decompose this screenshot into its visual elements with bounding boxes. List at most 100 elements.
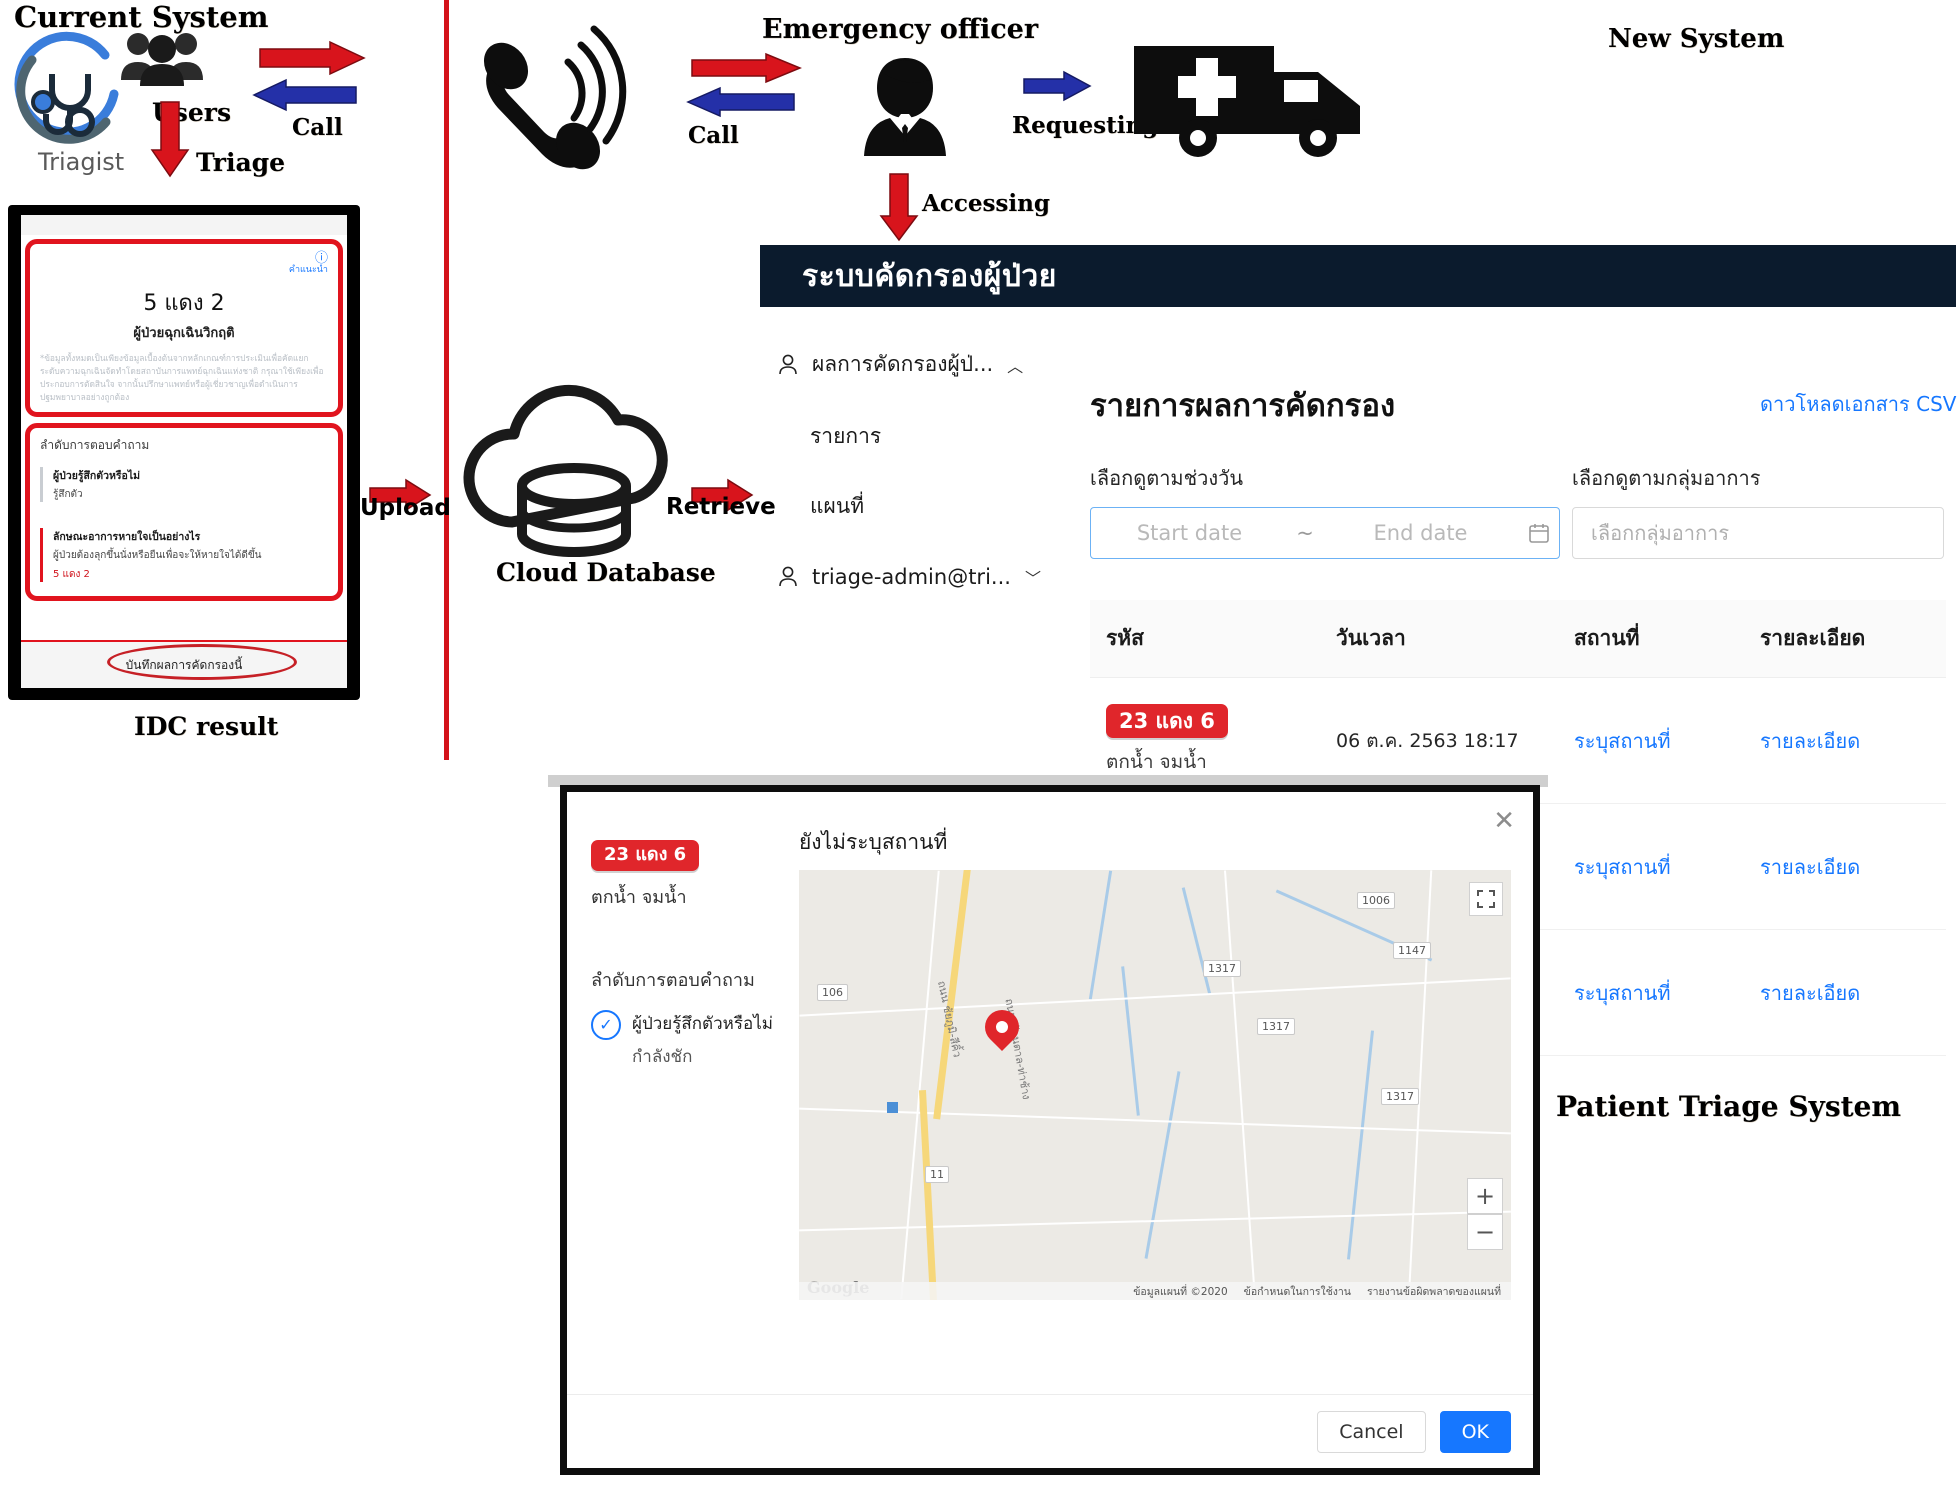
person-in-suit-icon <box>850 50 960 160</box>
triage-result-subtitle: ผู้ป่วยฉุกเฉินวิกฤติ <box>133 326 235 342</box>
answer-code: 5 แดง 2 <box>53 569 90 581</box>
detail-link[interactable]: รายละเอียด <box>1760 855 1860 879</box>
modal-footer: Cancel OK <box>567 1394 1533 1468</box>
column-header-detail: รายละเอียด <box>1760 626 1866 650</box>
info-icon[interactable]: ⓘ <box>40 252 328 266</box>
ok-button[interactable]: OK <box>1439 1410 1511 1453</box>
arrow-red-down-accessing <box>878 172 920 246</box>
zoom-in-button[interactable]: + <box>1467 1178 1503 1214</box>
calendar-icon[interactable] <box>1519 522 1559 544</box>
ringing-phone-icon <box>460 22 670 187</box>
chevron-up-icon[interactable]: ︿ <box>1007 353 1023 377</box>
person-icon <box>778 566 798 588</box>
sidebar-item-label: แผนที่ <box>810 494 865 518</box>
modal-answer-value: กำลังชัก <box>632 1046 693 1067</box>
answer-question: ลักษณะอาการหายใจเป็นอย่างไร <box>53 531 201 544</box>
sidebar-item-screening-results[interactable]: ผลการคัดกรองผู้ป่... ︿ <box>778 348 1023 381</box>
page-title-new-system: New System <box>1608 24 1785 54</box>
cell-datetime: 06 ต.ค. 2563 18:17 <box>1336 729 1519 752</box>
triage-label: Triage <box>196 148 286 177</box>
cell-symptom: ตกน้ำ จมน้ำ <box>1106 751 1207 774</box>
answer-item: ลักษณะอาการหายใจเป็นอย่างไร ผู้ป่วยต้องล… <box>40 528 328 583</box>
answer-value: รู้สึกตัว <box>53 489 83 501</box>
modal-status-badge: 23 แดง 6 <box>591 840 700 871</box>
download-csv-link[interactable]: ดาวโหลดเอกสาร CSV <box>1760 388 1956 420</box>
sidebar-item-list[interactable]: รายการ <box>810 420 881 453</box>
arrow-blue-left-call <box>686 86 796 122</box>
accessing-label: Accessing <box>922 190 1050 217</box>
retrieve-label: Retrieve <box>666 494 776 520</box>
map-view[interactable]: ถนน ชัยภูมิ-สีคิ้ว ถนน บ้านตาล-ท่าช้าง 1… <box>799 870 1511 1300</box>
zoom-out-button[interactable]: − <box>1467 1214 1503 1250</box>
idc-result-caption: IDC result <box>134 712 279 741</box>
column-header-place: สถานที่ <box>1574 626 1640 650</box>
set-place-link[interactable]: ระบุสถานที่ <box>1574 981 1671 1005</box>
sidebar-item-label: ผลการคัดกรองผู้ป่... <box>812 352 994 376</box>
date-range-input[interactable]: Start date ~ End date <box>1090 507 1560 559</box>
sidebar-item-map[interactable]: แผนที่ <box>810 490 864 523</box>
detail-link[interactable]: รายละเอียด <box>1760 729 1860 753</box>
road-shield: 106 <box>817 984 848 1001</box>
fullscreen-icon[interactable] <box>1469 882 1503 916</box>
poi-marker <box>887 1102 898 1113</box>
modal-answer-item: ✓ ผู้ป่วยรู้สึกตัวหรือไม่ กำลังชัก <box>591 1009 786 1070</box>
road-shield: 1317 <box>1381 1088 1419 1105</box>
road-shield: 1147 <box>1393 942 1431 959</box>
answer-value: ผู้ป่วยต้องลุกขึ้นนั่งหรือยืนเพื่อจะให้ห… <box>53 550 262 562</box>
road-shield: 11 <box>925 1166 949 1183</box>
cloud-database-label: Cloud Database <box>496 558 716 587</box>
column-header-datetime: วันเวลา <box>1336 626 1406 650</box>
start-date-input[interactable]: Start date <box>1091 521 1288 545</box>
section-divider <box>444 0 449 760</box>
chevron-down-icon[interactable]: ﹀ <box>1025 565 1041 589</box>
street-label: ถนน ชัยภูมิ-สีคิ้ว <box>934 979 964 1059</box>
arrow-red-down-triage <box>148 100 192 182</box>
panel-title: รายการผลการคัดกรอง <box>1090 388 1396 424</box>
cancel-button[interactable]: Cancel <box>1317 1410 1426 1453</box>
set-place-link[interactable]: ระบุสถานที่ <box>1574 855 1671 879</box>
answer-item: ผู้ป่วยรู้สึกตัวหรือไม่ รู้สึกตัว <box>40 467 328 503</box>
road-shield: 1317 <box>1203 960 1241 977</box>
modal-badge-subtitle: ตกน้ำ จมน้ำ <box>591 886 687 908</box>
table-header-row: รหัส วันเวลา สถานที่ รายละเอียด <box>1090 600 1946 678</box>
symptom-group-select[interactable]: เลือกกลุ่มอาการ <box>1572 507 1944 559</box>
road-shield: 1006 <box>1357 892 1395 909</box>
highlight-ellipse <box>107 644 297 680</box>
phone-mockup: ⓘ คำแนะนำ 5 แดง 2 ผู้ป่วยฉุกเฉินวิกฤติ *… <box>8 205 360 700</box>
stethoscope-icon <box>10 30 130 160</box>
ambulance-icon <box>1128 28 1376 158</box>
phone-bottom-bar: บันทึกผลการคัดกรองนี้ <box>21 640 347 688</box>
symptom-group-placeholder: เลือกกลุ่มอาการ <box>1591 521 1730 545</box>
answer-question: ผู้ป่วยรู้สึกตัวหรือไม่ <box>53 470 141 483</box>
call-label-right: Call <box>688 122 739 149</box>
app-title: ระบบคัดกรองผู้ป่วย <box>802 258 1057 294</box>
phone-screen: ⓘ คำแนะนำ 5 แดง 2 ผู้ป่วยฉุกเฉินวิกฤติ *… <box>21 215 347 688</box>
phone-status-bar <box>21 215 347 235</box>
call-label-left: Call <box>292 114 343 141</box>
info-icon-label: คำแนะนำ <box>288 264 328 275</box>
person-icon <box>778 354 798 376</box>
sidebar-item-label: triage-admin@tri... <box>812 565 1011 589</box>
symptom-group-label: เลือกดูตามกลุ่มอาการ <box>1572 466 1761 490</box>
map-attr-copyright: ข้อมูลแผนที่ ©2020 <box>1133 1285 1228 1298</box>
detail-link[interactable]: รายละเอียด <box>1760 981 1860 1005</box>
end-date-input[interactable]: End date <box>1322 521 1519 545</box>
cloud-database-icon <box>450 382 700 562</box>
page-title-patient-triage-system: Patient Triage System <box>1556 1090 1901 1123</box>
road-shield: 1317 <box>1257 1018 1295 1035</box>
modal-answers-heading: ลำดับการตอบคำถาม <box>591 969 755 991</box>
map-attr-terms[interactable]: ข้อกำหนดในการใช้งาน <box>1244 1283 1351 1300</box>
set-place-link[interactable]: ระบุสถานที่ <box>1574 729 1671 753</box>
map-attr-report[interactable]: รายงานข้อผิดพลาดของแผนที่ <box>1367 1283 1501 1300</box>
arrow-red-right-call <box>690 52 802 88</box>
check-circle-icon: ✓ <box>591 1009 621 1040</box>
close-icon[interactable]: ✕ <box>1493 806 1515 836</box>
range-separator: ~ <box>1296 521 1314 545</box>
status-badge: 23 แดง 6 <box>1106 703 1228 739</box>
location-modal: ✕ 23 แดง 6 ตกน้ำ จมน้ำ ลำดับการตอบคำถาม … <box>560 785 1540 1475</box>
triage-result-card: ⓘ คำแนะนำ 5 แดง 2 ผู้ป่วยฉุกเฉินวิกฤติ *… <box>25 239 343 418</box>
arrow-blue-left <box>252 78 358 116</box>
triage-disclaimer: *ข้อมูลทั้งหมดเป็นเพียงข้อมูลเบื้องต้นจา… <box>40 353 324 403</box>
answers-heading: ลำดับการตอบคำถาม <box>40 438 150 453</box>
sidebar-item-account[interactable]: triage-admin@tri... ﹀ <box>778 565 1041 589</box>
